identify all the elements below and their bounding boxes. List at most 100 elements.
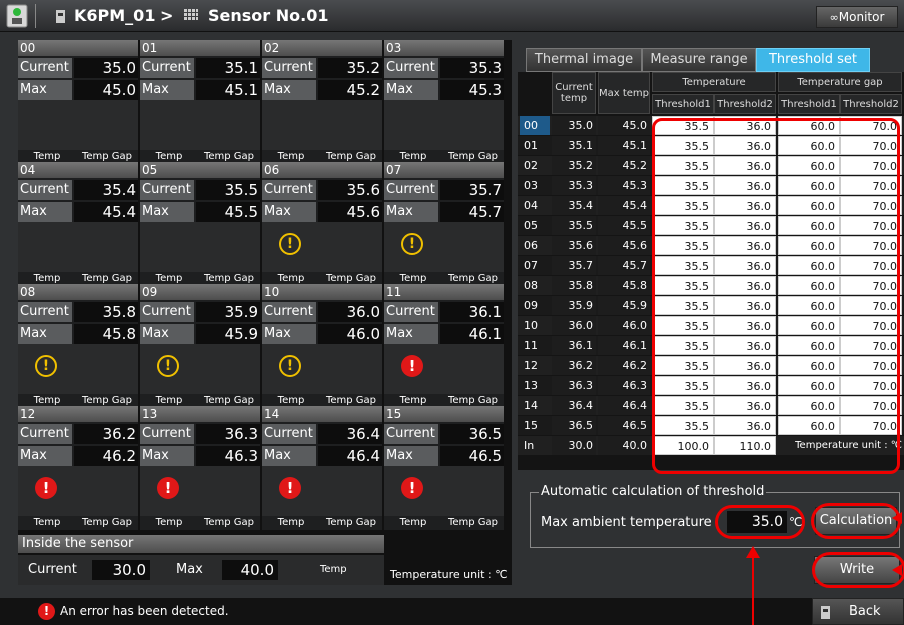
current-value: 35.6 (318, 180, 382, 200)
auto-calc-title: Automatic calculation of threshold (539, 484, 767, 499)
row-max: 40.0 (598, 436, 650, 455)
current-row: Current 35.0 (18, 58, 138, 78)
back-label: Back (849, 604, 881, 619)
row-id: 13 (524, 379, 538, 392)
max-value: 46.0 (318, 324, 382, 344)
current-label: Current (262, 58, 316, 78)
current-value: 36.0 (318, 302, 382, 322)
status-area (262, 100, 382, 150)
current-row: Current 36.1 (384, 302, 504, 322)
header-threshold2: Threshold2 (714, 94, 776, 114)
sensor-cell: 10 Current 36.0 Max 46.0! Temp Temp Gap (262, 284, 382, 408)
sensor-cell: 15 Current 36.5 Max 46.5! Temp Temp Gap (384, 406, 504, 530)
sensor-grid-panel: 00 Current 35.0 Max 45.0 Temp Temp Gap 01 Curren… (18, 40, 512, 585)
current-row: Current 36.0 (262, 302, 382, 322)
max-label: Max (18, 446, 72, 466)
current-label: Current (384, 58, 438, 78)
status-slots: ! Temp Temp Gap (262, 466, 382, 530)
row-max: 46.4 (598, 396, 650, 415)
error-icon: ! (38, 603, 55, 620)
sensor-cell: 01 Current 35.1 Max 45.1 Temp Temp Gap (140, 40, 260, 164)
status-slots: ! Temp Temp Gap (384, 344, 504, 408)
status-slots: Temp Temp Gap (18, 222, 138, 286)
max-value: 45.0 (74, 80, 138, 100)
temp-label: Temp (399, 517, 427, 528)
cell-id: 07 (384, 162, 504, 178)
current-row: Current 36.4 (262, 424, 382, 444)
back-button[interactable]: Back (812, 598, 904, 625)
current-value: 35.2 (318, 58, 382, 78)
current-label: Current (140, 58, 194, 78)
temp-label: Temp (33, 517, 61, 528)
max-row: Max 45.1 (140, 80, 260, 100)
tab-measure-range[interactable]: Measure range (642, 48, 756, 72)
max-label: Max (140, 80, 194, 100)
cell-id: 00 (18, 40, 138, 56)
sensor-cell: 06 Current 35.6 Max 45.6! Temp Temp Gap (262, 162, 382, 286)
threshold-highlight (652, 118, 900, 474)
inside-max-label: Max (176, 562, 203, 577)
row-id: 08 (524, 279, 538, 292)
current-row: Current 35.8 (18, 302, 138, 322)
cell-id: 14 (262, 406, 382, 422)
sensor-cell: 07 Current 35.7 Max 45.7! Temp Temp Gap (384, 162, 504, 286)
max-label: Max (262, 202, 316, 222)
warning-icon: ! (35, 355, 57, 377)
max-label: Max (18, 80, 72, 100)
current-row: Current 35.3 (384, 58, 504, 78)
status-area (140, 222, 260, 272)
current-value: 36.5 (440, 424, 504, 444)
sensor-cell: 00 Current 35.0 Max 45.0 Temp Temp Gap (18, 40, 138, 164)
error-icon: ! (157, 477, 179, 499)
max-value: 45.8 (74, 324, 138, 344)
current-label: Current (140, 302, 194, 322)
max-row: Max 45.3 (384, 80, 504, 100)
infinity-icon: ∞ (829, 11, 839, 24)
max-row: Max 46.1 (384, 324, 504, 344)
current-row: Current 35.4 (18, 180, 138, 200)
current-label: Current (140, 180, 194, 200)
row-id: 01 (524, 139, 538, 152)
temp-gap-label: Temp Gap (447, 517, 499, 528)
current-value: 35.1 (196, 58, 260, 78)
cell-id: 12 (18, 406, 138, 422)
current-value: 35.7 (440, 180, 504, 200)
tab-threshold-set[interactable]: Threshold set (756, 48, 870, 72)
sensor-cell: 13 Current 36.3 Max 46.3! Temp Temp Gap (140, 406, 260, 530)
status-area: ! (262, 222, 382, 272)
device-title: K6PM_01 (74, 6, 156, 25)
status-area: ! (384, 344, 504, 394)
row-id: 02 (524, 159, 538, 172)
row-id: 10 (524, 319, 538, 332)
row-id: 00 (520, 116, 550, 135)
sensor-cell: 05 Current 35.5 Max 45.5 Temp Temp Gap (140, 162, 260, 286)
row-max: 45.7 (598, 256, 650, 275)
max-value: 45.6 (318, 202, 382, 222)
row-max: 45.6 (598, 236, 650, 255)
threshold-panel: Thermal image Measure range Threshold se… (518, 40, 904, 588)
monitor-button[interactable]: ∞Monitor (816, 6, 898, 28)
current-label: Current (18, 58, 72, 78)
sensor-cell: 03 Current 35.3 Max 45.3 Temp Temp Gap (384, 40, 504, 164)
max-row: Max 46.4 (262, 446, 382, 466)
row-max: 46.3 (598, 376, 650, 395)
current-row: Current 36.3 (140, 424, 260, 444)
status-slots: Temp Temp Gap (18, 100, 138, 164)
max-value: 46.1 (440, 324, 504, 344)
row-current: 30.0 (552, 436, 596, 455)
row-current: 35.3 (552, 176, 596, 195)
status-slots: ! Temp Temp Gap (18, 344, 138, 408)
current-label: Current (140, 424, 194, 444)
current-value: 35.5 (196, 180, 260, 200)
current-row: Current 35.1 (140, 58, 260, 78)
status-slots: ! Temp Temp Gap (262, 222, 382, 286)
current-label: Current (18, 180, 72, 200)
current-row: Current 35.2 (262, 58, 382, 78)
tab-thermal-image[interactable]: Thermal image (526, 48, 642, 72)
row-id: 06 (524, 239, 538, 252)
cell-id: 09 (140, 284, 260, 300)
error-icon: ! (279, 477, 301, 499)
max-row: Max 45.2 (262, 80, 382, 100)
row-max: 45.1 (598, 136, 650, 155)
max-row: Max 45.0 (18, 80, 138, 100)
